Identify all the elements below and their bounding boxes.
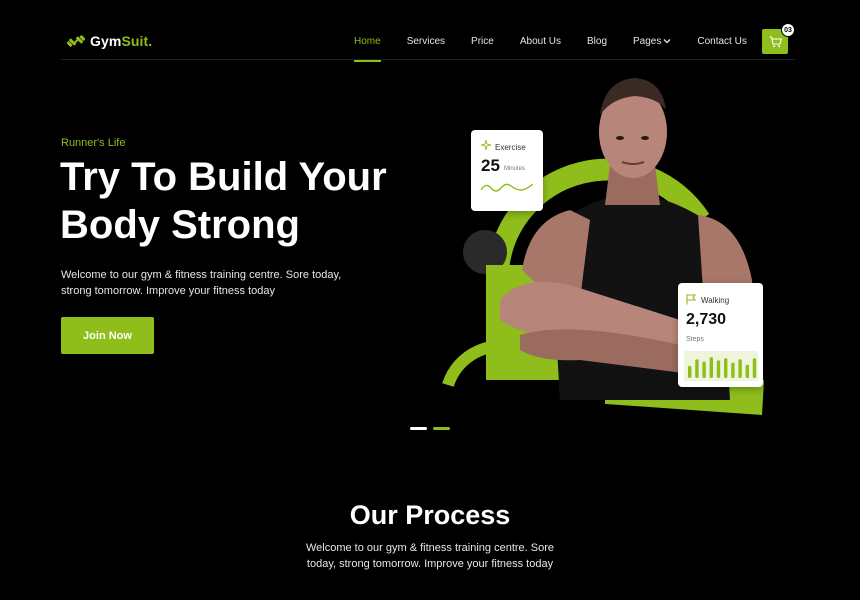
exercise-value: 25 <box>481 156 500 175</box>
walking-value: 2,730 <box>686 311 727 328</box>
walking-bar-chart <box>684 351 758 381</box>
nav-blog[interactable]: Blog <box>587 36 607 47</box>
step-bar-8 <box>738 359 742 378</box>
cart-icon <box>769 35 782 47</box>
join-now-button[interactable]: Join Now <box>61 317 154 354</box>
nav-pages-label: Pages <box>633 36 662 47</box>
top-navbar: GymSuit. Home Services Price About Us Bl… <box>61 22 795 62</box>
main-menu: Home Services Price About Us Blog Pages … <box>354 36 773 62</box>
process-title: Our Process <box>349 500 511 530</box>
step-bar-7 <box>731 362 735 378</box>
exercise-card: Exercise 25 Minutes <box>471 130 543 211</box>
nav-pages[interactable]: Pages <box>633 36 671 47</box>
hero-title-line1: Try To Build Your <box>60 155 387 199</box>
dumbbell-icon <box>67 35 85 47</box>
flag-icon <box>686 294 696 305</box>
sparkle-icon <box>481 140 491 150</box>
hero-eyebrow: Runner's Life <box>61 137 126 149</box>
hero-title-line2: Body Strong <box>60 203 300 247</box>
exercise-label: Exercise <box>495 143 526 152</box>
step-bar-3 <box>702 361 706 378</box>
slider-dots <box>410 427 456 430</box>
brand-logo[interactable]: GymSuit. <box>67 33 152 49</box>
step-bar-10 <box>752 358 757 378</box>
exercise-wave-graph <box>481 183 533 192</box>
nav-home[interactable]: Home <box>354 36 381 62</box>
walking-unit: Steps <box>686 336 704 343</box>
slider-dot-2[interactable] <box>433 427 450 430</box>
step-bar-2 <box>695 359 699 378</box>
nav-contact-us[interactable]: Contact Us <box>697 36 746 47</box>
walking-card: Walking 2,730 Steps <box>678 283 763 387</box>
walking-label: Walking <box>701 296 730 305</box>
hero-title: Try To Build Your Body Strong <box>60 153 480 249</box>
cart-count-badge: 03 <box>781 23 795 37</box>
nav-price[interactable]: Price <box>471 36 494 47</box>
chevron-down-icon <box>663 39 671 44</box>
step-bar-4 <box>709 357 713 378</box>
cart-button[interactable]: 03 <box>762 23 795 54</box>
nav-services[interactable]: Services <box>407 36 445 47</box>
step-bar-1 <box>688 365 692 378</box>
exercise-unit: Minutes <box>504 166 526 172</box>
step-bar-5 <box>716 360 721 378</box>
process-description: Welcome to our gym & fitness training ce… <box>305 542 554 570</box>
slider-dot-1[interactable] <box>410 427 427 430</box>
brand-name: GymSuit. <box>90 33 153 49</box>
nav-about-us[interactable]: About Us <box>520 36 561 47</box>
hero-description: Welcome to our gym & fitness training ce… <box>61 269 342 297</box>
step-bar-9 <box>745 364 749 378</box>
step-bar-6 <box>724 358 728 378</box>
